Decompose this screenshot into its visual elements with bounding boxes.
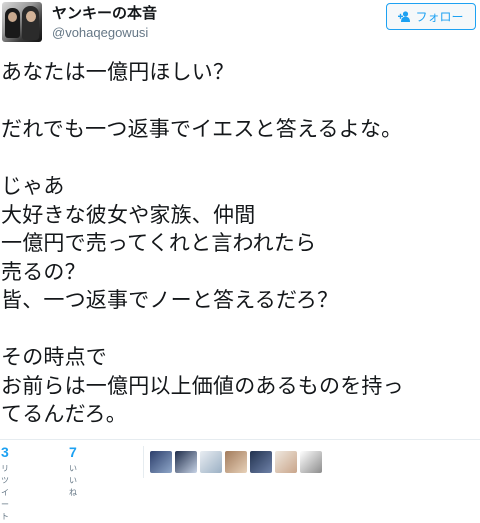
avatar-face-right — [26, 11, 36, 22]
tweet-line: てるんだろ。 — [1, 402, 127, 426]
liker-avatar-2[interactable] — [175, 451, 197, 473]
liker-avatar-1[interactable] — [150, 451, 172, 473]
user-handle[interactable]: @vohaqegowusi — [52, 25, 148, 41]
tweet-text: あなたは一億円ほしい？ だれでも一つ返事でイエスと答えるよな。 じゃあ 大好きな… — [1, 58, 477, 429]
liker-avatar-4[interactable] — [225, 451, 247, 473]
retweet-label: リツイート — [1, 464, 9, 521]
follow-button[interactable]: フォロー — [386, 3, 476, 30]
add-user-icon — [398, 11, 411, 22]
tweet-line: その時点で — [1, 345, 107, 369]
tweet-line: 皆、一つ返事でノーと答えるだろ？ — [1, 288, 339, 312]
like-count: 7 — [69, 444, 77, 460]
stats-divider — [0, 439, 480, 440]
follow-button-label: フォロー — [415, 10, 464, 24]
tweet-line: じゃあ — [1, 174, 65, 198]
display-name[interactable]: ヤンキーの本音 — [52, 4, 157, 22]
stats-separator — [143, 446, 144, 478]
tweet-header: ヤンキーの本音 @vohaqegowusi フォロー — [0, 0, 480, 46]
tweet-line: 売るの？ — [1, 259, 86, 284]
like-stat[interactable]: 7 いいね — [69, 444, 77, 499]
avatar[interactable] — [2, 2, 42, 42]
avatar-face-left — [8, 12, 17, 22]
liker-avatar-6[interactable] — [275, 451, 297, 473]
like-label: いいね — [69, 464, 77, 497]
liker-avatar-5[interactable] — [250, 451, 272, 473]
tweet-line: お前らは一億円以上価値のあるものを持っ — [1, 373, 404, 398]
retweet-count: 3 — [1, 444, 9, 460]
liker-avatar-3[interactable] — [200, 451, 222, 473]
retweet-stat[interactable]: 3 リツイート — [1, 444, 9, 523]
tweet-line: 一億円で売ってくれと言われたら — [1, 231, 317, 255]
tweet-line: あなたは一億円ほしい？ — [1, 60, 235, 84]
tweet-line: 大好きな彼女や家族、仲間 — [1, 202, 256, 227]
tweet-line: だれでも一つ返事でイエスと答えるよな。 — [1, 117, 403, 141]
liker-avatar-7[interactable] — [300, 451, 322, 473]
